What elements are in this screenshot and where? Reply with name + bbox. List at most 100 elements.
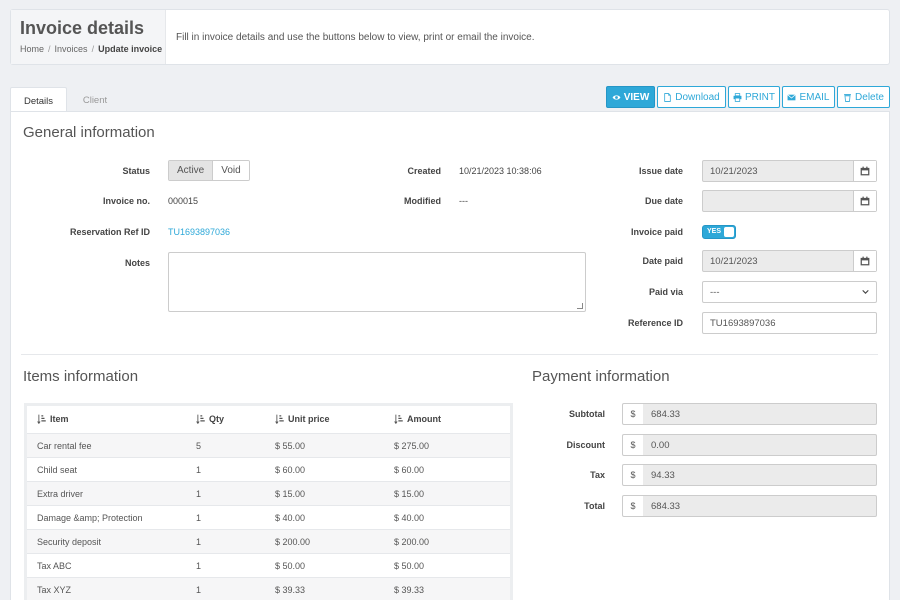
email-label: EMAIL: [799, 91, 830, 103]
general-info-title: General information: [23, 124, 155, 141]
cell-item: Security deposit: [37, 537, 102, 547]
print-button[interactable]: PRINT: [728, 86, 780, 108]
table-row: Security deposit 1 $ 200.00 $ 200.00: [27, 529, 510, 553]
calendar-icon: [860, 166, 870, 176]
currency-addon: $: [622, 495, 644, 517]
column-header-unit-price[interactable]: Unit price: [275, 406, 330, 432]
cell-unit-price: $ 15.00: [275, 489, 306, 499]
status-void-option[interactable]: Void: [213, 161, 249, 180]
modified-value: ---: [459, 196, 468, 206]
table-row: Tax XYZ 1 $ 39.33 $ 39.33: [27, 577, 510, 600]
table-row: Tax ABC 1 $ 50.00 $ 50.00: [27, 553, 510, 577]
cell-amount: $ 39.33: [394, 585, 425, 595]
breadcrumb-current: Update invoice: [98, 44, 163, 54]
total-input[interactable]: 684.33: [643, 495, 877, 517]
column-header-item-label: Item: [50, 414, 69, 424]
breadcrumb: Home / Invoices / Update invoice: [20, 44, 163, 54]
table-row: Child seat 1 $ 60.00 $ 60.00: [27, 457, 510, 481]
section-divider: [21, 354, 878, 355]
due-date-label: Due date: [644, 196, 683, 206]
subtotal-input[interactable]: 684.33: [643, 403, 877, 425]
cell-amount: $ 275.00: [394, 441, 430, 451]
payment-info-title: Payment information: [532, 368, 670, 385]
page-description: Fill in invoice details and use the butt…: [176, 32, 535, 43]
due-date-calendar-button[interactable]: [853, 191, 876, 211]
total-label: Total: [584, 501, 605, 511]
cell-item: Tax ABC: [37, 561, 72, 571]
delete-label: Delete: [855, 91, 884, 103]
invoice-no-value: 000015: [168, 196, 199, 206]
cell-item: Child seat: [37, 465, 78, 475]
cell-qty: 1: [196, 513, 202, 523]
reference-id-value: TU1693897036: [710, 317, 776, 329]
status-active-option[interactable]: Active: [169, 161, 214, 180]
view-button[interactable]: VIEW: [606, 86, 655, 108]
date-paid-input[interactable]: 10/21/2023: [702, 250, 877, 272]
sort-icon: [394, 414, 403, 424]
discount-input[interactable]: 0.00: [643, 434, 877, 456]
issue-date-input[interactable]: 10/21/2023: [702, 160, 877, 182]
created-label: Created: [407, 166, 441, 176]
file-pdf-icon: [664, 92, 671, 102]
table-row: Damage &amp; Protection 1 $ 40.00 $ 40.0…: [27, 505, 510, 529]
eye-icon: [612, 94, 621, 100]
column-header-amount[interactable]: Amount: [394, 406, 441, 432]
cell-item: Damage &amp; Protection: [37, 513, 143, 523]
print-label: PRINT: [745, 91, 775, 103]
chevron-down-icon: [862, 289, 869, 294]
toggle-knob: [724, 227, 734, 237]
issue-date-label: Issue date: [638, 166, 683, 176]
tab-client[interactable]: Client: [70, 87, 120, 112]
delete-button[interactable]: Delete: [837, 86, 890, 108]
tax-input[interactable]: 94.33: [643, 464, 877, 486]
email-button[interactable]: EMAIL: [782, 86, 835, 108]
cell-amount: $ 200.00: [394, 537, 430, 547]
reservation-ref-link[interactable]: TU1693897036: [168, 227, 230, 237]
issue-date-calendar-button[interactable]: [853, 161, 876, 181]
due-date-input[interactable]: [702, 190, 877, 212]
column-header-amount-label: Amount: [407, 414, 441, 424]
calendar-icon: [860, 196, 870, 206]
calendar-icon: [860, 256, 870, 266]
issue-date-value: 10/21/2023: [710, 165, 758, 177]
breadcrumb-home[interactable]: Home: [20, 44, 44, 54]
reservation-ref-label: Reservation Ref ID: [69, 227, 150, 237]
discount-label: Discount: [566, 440, 605, 450]
column-header-qty[interactable]: Qty: [196, 406, 224, 432]
paid-via-select[interactable]: ---: [702, 281, 877, 303]
date-paid-calendar-button[interactable]: [853, 251, 876, 271]
cell-qty: 1: [196, 561, 202, 571]
status-toggle: Active Void: [168, 160, 250, 181]
invoice-paid-toggle-label: YES: [707, 228, 722, 235]
date-paid-value: 10/21/2023: [710, 255, 758, 267]
cell-amount: $ 15.00: [394, 489, 425, 499]
header-title-box: Invoice details Home / Invoices / Update inv…: [11, 10, 166, 64]
invoice-paid-toggle[interactable]: YES: [702, 225, 736, 239]
cell-unit-price: $ 40.00: [275, 513, 306, 523]
download-label: Download: [675, 91, 720, 103]
cell-unit-price: $ 200.00: [275, 537, 311, 547]
reference-id-input[interactable]: TU1693897036: [702, 312, 877, 334]
breadcrumb-invoices[interactable]: Invoices: [55, 44, 88, 54]
column-header-qty-label: Qty: [209, 414, 225, 424]
status-label: Status: [122, 166, 150, 176]
table-row: Car rental fee 5 $ 55.00 $ 275.00: [27, 433, 510, 457]
column-header-item[interactable]: Item: [37, 406, 69, 432]
cell-unit-price: $ 39.33: [275, 585, 306, 595]
paid-via-value: ---: [710, 286, 720, 298]
envelope-icon: [787, 93, 797, 100]
date-paid-label: Date paid: [642, 256, 683, 266]
resize-handle[interactable]: [577, 303, 583, 309]
cell-item: Extra driver: [37, 489, 84, 499]
cell-amount: $ 40.00: [394, 513, 425, 523]
download-button[interactable]: Download: [657, 86, 726, 108]
cell-unit-price: $ 55.00: [275, 441, 306, 451]
cell-qty: 1: [196, 537, 202, 547]
tab-details[interactable]: Details: [10, 87, 67, 112]
notes-textarea[interactable]: [168, 252, 586, 312]
reference-id-label: Reference ID: [627, 318, 683, 328]
sort-icon: [275, 414, 284, 424]
page-title: Invoice details: [20, 18, 145, 38]
invoice-form-card: General information Status Active Void I…: [10, 111, 890, 600]
column-header-unit-price-label: Unit price: [288, 414, 330, 424]
